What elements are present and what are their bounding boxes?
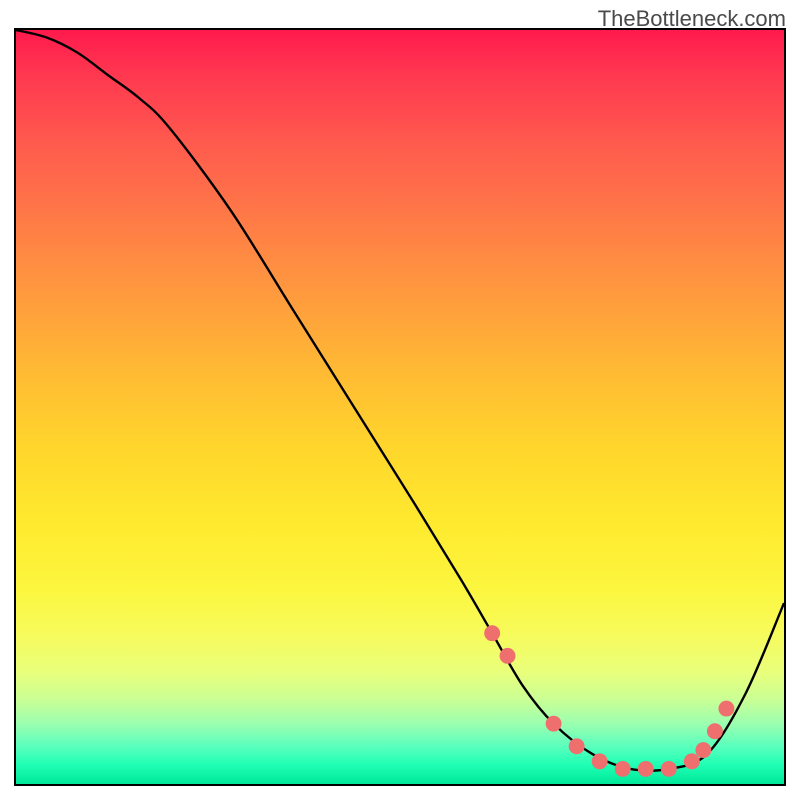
marker-dot	[615, 761, 631, 777]
chart-svg	[16, 30, 784, 784]
marker-dot	[484, 625, 500, 641]
marker-dot	[592, 753, 608, 769]
marker-dot	[684, 753, 700, 769]
marker-dot	[569, 738, 585, 754]
marker-dots	[484, 625, 734, 777]
watermark-text: TheBottleneck.com	[598, 6, 786, 32]
marker-dot	[718, 701, 734, 717]
bottleneck-curve	[16, 30, 784, 771]
marker-dot	[638, 761, 654, 777]
marker-dot	[661, 761, 677, 777]
marker-dot	[707, 723, 723, 739]
marker-dot	[546, 716, 562, 732]
marker-dot	[695, 742, 711, 758]
chart-area	[14, 28, 786, 786]
marker-dot	[500, 648, 516, 664]
